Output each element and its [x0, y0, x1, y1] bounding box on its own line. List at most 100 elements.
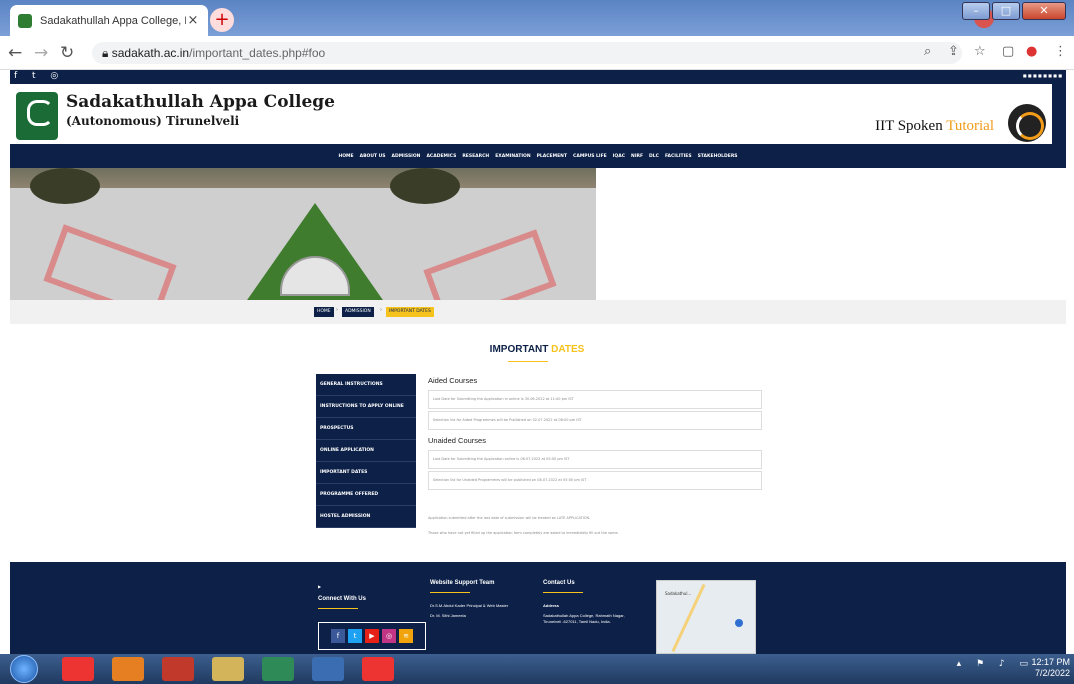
profile-icon[interactable]: ● — [1026, 44, 1037, 59]
menu-icon[interactable]: ⋮ — [1054, 44, 1067, 59]
aided-row: Selection list for Aided Programmes will… — [428, 411, 762, 430]
window-controls: – □ ✕ — [960, 2, 1066, 20]
support-person-1: Dr.S.M.Abdul Kader Principal & Web Maste… — [430, 603, 509, 608]
browser-tab[interactable]: Sadakathullah Appa College, Pal × — [10, 5, 208, 36]
map-pin-icon — [735, 619, 743, 627]
iit-logo-icon[interactable] — [1008, 104, 1046, 142]
chrome-active-icon[interactable] — [362, 657, 394, 681]
sidemenu-item-hostel-admission[interactable]: HOSTEL ADMISSION — [316, 506, 416, 528]
chrome-icon[interactable] — [62, 657, 94, 681]
fill-form-note: Those who have not yet filled up the app… — [428, 531, 619, 535]
connect-column: ▶ Connect With Us — [318, 580, 366, 609]
unaided-row: Selection list for Unaided Programmes wi… — [428, 471, 762, 490]
aided-courses-title: Aided Courses — [428, 376, 478, 385]
youtube-icon[interactable]: ▶ — [365, 629, 379, 643]
tutorial-text: Tutorial — [946, 118, 994, 134]
nav-item-home[interactable]: HOME — [338, 154, 353, 159]
sidemenu-item-programme-offered[interactable]: PROGRAMME OFFERED — [316, 484, 416, 506]
nav-item-nirf[interactable]: NIRF — [631, 154, 643, 159]
instagram-icon[interactable]: ◎ — [382, 629, 396, 643]
aided-row: Last Date for Submitting the Application… — [428, 390, 762, 409]
explorer-icon[interactable] — [212, 657, 244, 681]
social-icons[interactable]: f t ◎ — [14, 71, 64, 81]
sidemenu-item-important-dates[interactable]: IMPORTANT DATES — [316, 462, 416, 484]
iit-spoken-tutorial[interactable]: IIT Spoken Tutorial — [875, 118, 994, 135]
maximize-button[interactable]: □ — [992, 2, 1020, 20]
college-name-line2: (Autonomous) Tirunelveli — [66, 114, 240, 128]
excel-icon[interactable] — [262, 657, 294, 681]
support-column: Website Support Team Dr.S.M.Abdul Kader … — [430, 580, 508, 619]
windows-taskbar: ▴ ⚑ ♪ ▭ 12:17 PM 7/2/2022 — [0, 654, 1074, 684]
back-icon[interactable]: ← — [8, 43, 22, 63]
browser-toolbar: ← → ↻ 🔒︎ sadakath.ac.in/important_dates.… — [0, 36, 1074, 70]
bookmark-star-icon[interactable]: ☆ — [974, 44, 986, 59]
location-map[interactable]: Sadakathul... — [656, 580, 756, 654]
iit-text: IIT Spoken — [875, 118, 943, 134]
support-title: Website Support Team — [430, 580, 495, 586]
sidepanel-icon[interactable]: ▢ — [1002, 44, 1014, 59]
unaided-courses-title: Unaided Courses — [428, 436, 486, 445]
connect-title: Connect With Us — [318, 596, 366, 602]
sidemenu-item-instructions-to-apply-online[interactable]: INSTRUCTIONS TO APPLY ONLINE — [316, 396, 416, 418]
contact-title: Contact Us — [543, 580, 575, 586]
twitter-icon[interactable]: t — [348, 629, 362, 643]
page-title: IMPORTANT DATES — [489, 344, 585, 355]
nav-item-admission[interactable]: ADMISSION — [392, 154, 421, 159]
campus-banner-image — [10, 168, 596, 300]
nav-item-dlc[interactable]: DLC — [649, 154, 659, 159]
late-application-note: Application submitted after the last dat… — [428, 516, 591, 520]
zoom-icon[interactable]: ⌕ — [924, 44, 931, 59]
breadcrumb-admission[interactable]: ADMISSION — [342, 307, 374, 317]
nav-item-campus-life[interactable]: CAMPUS LIFE — [573, 154, 607, 159]
nav-item-stakeholders[interactable]: STAKEHOLDERS — [698, 154, 738, 159]
contact-column: Contact Us Address Sadakathullah Appa Co… — [543, 580, 643, 625]
nav-item-research[interactable]: RESEARCH — [462, 154, 489, 159]
word-icon[interactable] — [312, 657, 344, 681]
nav-item-placement[interactable]: PLACEMENT — [537, 154, 567, 159]
facebook-icon[interactable]: f — [331, 629, 345, 643]
share-icon[interactable]: ⇪ — [948, 44, 959, 59]
tab-close-icon[interactable]: × — [186, 13, 200, 28]
address-bar[interactable]: 🔒︎ sadakath.ac.in/important_dates.php#fo… — [92, 42, 962, 64]
new-tab-button[interactable]: + — [210, 8, 234, 32]
close-window-button[interactable]: ✕ — [1022, 2, 1066, 20]
minimize-button[interactable]: – — [962, 2, 990, 20]
sidemenu-item-prospectus[interactable]: PROSPECTUS — [316, 418, 416, 440]
map-label: Sadakathul... — [665, 591, 692, 596]
address-label: Address — [543, 603, 560, 608]
college-logo-icon[interactable] — [16, 92, 58, 140]
office-icon[interactable] — [112, 657, 144, 681]
nav-item-iqac[interactable]: IQAC — [613, 154, 625, 159]
admission-sidemenu: GENERAL INSTRUCTIONS INSTRUCTIONS TO APPL… — [316, 374, 416, 528]
browser-tabbar: Sadakathullah Appa College, Pal × + ▾ – … — [0, 0, 1074, 36]
acrobat-icon[interactable] — [162, 657, 194, 681]
system-tray[interactable]: ▴ ⚑ ♪ ▭ — [957, 659, 1034, 669]
start-button[interactable] — [10, 655, 38, 683]
title-underline — [508, 361, 548, 362]
nav-item-examination[interactable]: EXAMINATION — [495, 154, 530, 159]
lock-icon: 🔒︎ — [102, 46, 112, 60]
breadcrumb-home[interactable]: HOME — [314, 307, 334, 317]
reload-icon[interactable]: ↻ — [60, 43, 74, 63]
taskbar-clock[interactable]: 12:17 PM 7/2/2022 — [1031, 657, 1070, 679]
support-person-2: Dr. M. Sithi Jameela — [430, 613, 466, 618]
dates-content: Aided Courses Last Date for Submitting t… — [428, 376, 762, 492]
site-header: Sadakathullah Appa College (Autonomous) … — [10, 84, 1066, 144]
sidemenu-item-general-instructions[interactable]: GENERAL INSTRUCTIONS — [316, 374, 416, 396]
nav-item-about-us[interactable]: ABOUT US — [360, 154, 386, 159]
nav-item-facilities[interactable]: FACILITIES — [665, 154, 692, 159]
address-text: Sadakathullah Appa College, Rahmath Naga… — [543, 613, 625, 624]
top-quick-links[interactable]: ■ ■ ■ ■ ■ ■ ■ ■ — [1023, 73, 1062, 78]
footer-logo-icon: ▶ — [318, 584, 322, 589]
nav-item-academics[interactable]: ACADEMICS — [426, 154, 456, 159]
rss-icon[interactable]: ≋ — [399, 629, 413, 643]
main-navbar: HOME ABOUT US ADMISSION ACADEMICS RESEARCH EX… — [10, 144, 1066, 168]
breadcrumb-current: IMPORTANT DATES — [386, 307, 434, 317]
sidemenu-item-online-application[interactable]: ONLINE APPLICATION — [316, 440, 416, 462]
tab-title: Sadakathullah Appa College, Pal — [40, 14, 186, 27]
top-strip: f t ◎ ■ ■ ■ ■ ■ ■ ■ ■ — [10, 70, 1066, 84]
site-footer: ▶ Connect With Us f t ▶ ◎ ≋ Website Supp… — [10, 562, 1066, 654]
header-accent — [1052, 84, 1066, 144]
footer-social-icons: f t ▶ ◎ ≋ — [318, 622, 426, 650]
forward-icon[interactable]: → — [34, 43, 48, 63]
